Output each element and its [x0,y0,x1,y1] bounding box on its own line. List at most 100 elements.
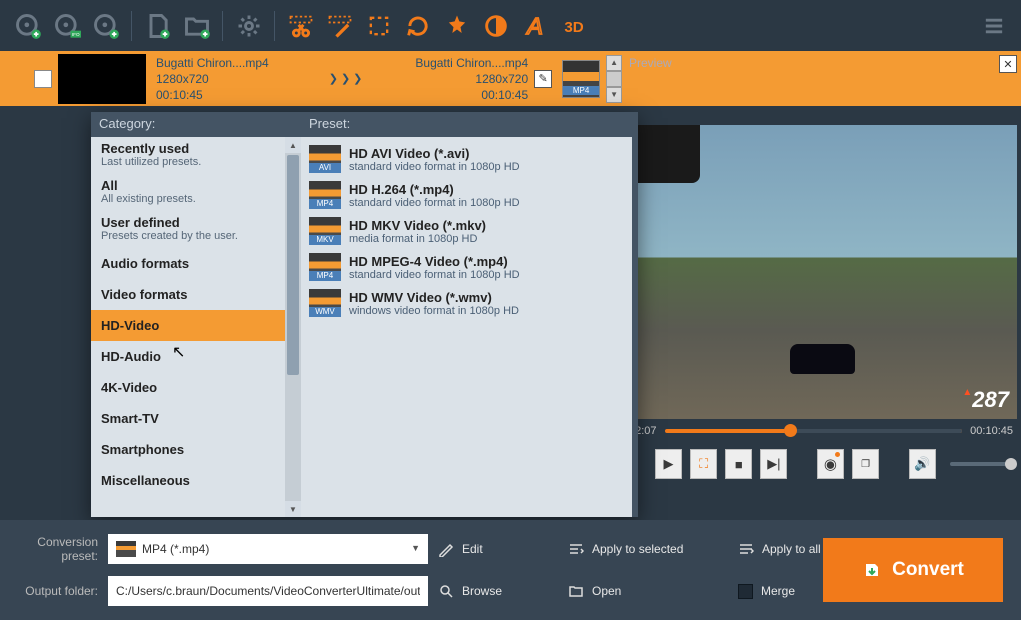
scrollbar-thumb[interactable] [287,155,299,375]
category-item[interactable]: AllAll existing presets. [91,174,301,211]
3d-icon[interactable]: 3D [556,8,591,43]
format-badge: MP4 [563,86,599,95]
volume-button[interactable]: 🔊 [909,449,936,479]
preset-item[interactable]: AVIHD AVI Video (*.avi)standard video fo… [305,141,628,177]
category-item[interactable]: Smartphones [91,434,301,465]
bottom-bar: Conversion preset: MP4 (*.mp4) Edit Appl… [0,520,1021,620]
preset-item[interactable]: MP4HD H.264 (*.mp4)standard video format… [305,177,628,213]
edit-button[interactable]: Edit [438,541,558,557]
category-item[interactable]: Video formats [91,279,301,310]
category-subtitle: Last utilized presets. [101,156,291,168]
edit-film-icon[interactable] [322,8,357,43]
preset-thumb-icon: MKV [309,217,341,245]
category-header: Category: [91,112,301,137]
crop-icon[interactable] [361,8,396,43]
file-checkbox[interactable]: ✔ [34,70,52,88]
contrast-icon[interactable] [478,8,513,43]
hamburger-menu-icon[interactable] [976,8,1011,43]
fullscreen-button[interactable]: ⛶ [690,449,717,479]
category-item[interactable]: HD-Video [91,310,301,341]
output-duration: 00:10:45 [415,87,528,103]
category-title: Audio formats [101,256,291,271]
preset-title: HD WMV Video (*.wmv) [349,290,519,305]
preset-title: HD MPEG-4 Video (*.mp4) [349,254,520,269]
transport-bar: 02:07 00:10:45 [625,425,1017,437]
preset-dropdown-panel: Category: Recently usedLast utilized pre… [91,112,638,517]
add-disc-icon[interactable] [10,8,45,43]
preset-label: Conversion preset: [18,535,98,563]
car-silhouette [790,344,855,374]
multi-snapshot-button[interactable]: ❐ [852,449,879,479]
source-file-info: Bugatti Chiron....mp4 1280x720 00:10:45 [156,55,269,103]
category-item[interactable]: Recently usedLast utilized presets. [91,137,301,174]
preset-header: Preset: [301,112,638,137]
play-button[interactable]: ▶ [655,449,682,479]
folder-label: Output folder: [18,584,98,598]
preset-dropdown[interactable]: MP4 (*.mp4) [108,534,428,564]
step-button[interactable]: ▶| [760,449,787,479]
category-title: HD-Video [101,318,291,333]
scroll-mid-icon[interactable] [606,71,622,87]
preset-subtitle: standard video format in 1080p HD [349,269,520,281]
time-total: 00:10:45 [970,425,1013,437]
settings-icon[interactable] [231,8,266,43]
add-folder-icon[interactable] [179,8,214,43]
category-title: HD-Audio [101,349,291,364]
preview-panel: Preview ▲287 02:07 00:10:45 ▶ ⛶ ■ ▶| ◉ ❐… [625,56,1017,479]
output-resolution: 1280x720 [415,71,528,87]
category-title: Miscellaneous [101,473,291,488]
divider [274,11,275,41]
output-file-info: Bugatti Chiron....mp4 1280x720 00:10:45 [415,55,528,103]
open-button[interactable]: Open [568,583,728,599]
output-filename: Bugatti Chiron....mp4 [415,55,528,71]
category-title: 4K-Video [101,380,291,395]
text-icon[interactable]: A [517,8,552,43]
category-subtitle: All existing presets. [101,193,291,205]
output-folder-input[interactable] [108,576,428,606]
category-item[interactable]: Smart-TV [91,403,301,434]
preset-item[interactable]: MKVHD MKV Video (*.mkv)media format in 1… [305,213,628,249]
category-title: Recently used [101,141,291,156]
add-file-icon[interactable] [140,8,175,43]
category-item[interactable]: 4K-Video [91,372,301,403]
preset-thumb-icon [116,541,136,557]
scroll-down-icon[interactable]: ▼ [606,87,622,103]
category-item[interactable]: HD-Audio [91,341,301,372]
preset-item[interactable]: MP4HD MPEG-4 Video (*.mp4)standard video… [305,249,628,285]
add-disc-ifo-icon[interactable]: IFO [49,8,84,43]
volume-slider[interactable] [950,462,1017,466]
scroll-up-icon[interactable]: ▲ [606,55,622,71]
effects-icon[interactable] [439,8,474,43]
pin-button[interactable]: ✎ [534,70,552,88]
preview-title: Preview [625,56,1017,70]
browse-button[interactable]: Browse [438,583,558,599]
cut-icon[interactable] [283,8,318,43]
add-disc-alt-icon[interactable] [88,8,123,43]
svg-text:IFO: IFO [71,31,79,36]
source-resolution: 1280x720 [156,71,269,87]
file-thumbnail[interactable] [58,54,146,104]
divider [222,11,223,41]
svg-text:A: A [525,13,543,39]
checkbox-icon[interactable] [738,584,753,599]
preview-video[interactable]: ▲287 [625,125,1017,419]
scroll-down-icon[interactable]: ▼ [285,501,301,517]
convert-button[interactable]: Convert [823,538,1003,602]
snapshot-button[interactable]: ◉ [817,449,844,479]
stop-button[interactable]: ■ [725,449,752,479]
scroll-up-icon[interactable]: ▲ [285,137,301,153]
category-item[interactable]: User definedPresets created by the user. [91,211,301,248]
category-item[interactable]: Miscellaneous [91,465,301,496]
seek-slider[interactable] [665,429,963,433]
preset-item[interactable]: WMVHD WMV Video (*.wmv)windows video for… [305,285,628,321]
rotate-icon[interactable] [400,8,435,43]
category-item[interactable]: Audio formats [91,248,301,279]
category-title: Smartphones [101,442,291,457]
category-title: User defined [101,215,291,230]
preset-title: HD H.264 (*.mp4) [349,182,520,197]
preset-title: HD MKV Video (*.mkv) [349,218,486,233]
preset-subtitle: standard video format in 1080p HD [349,197,520,209]
format-thumbnail[interactable]: MP4 [562,60,600,98]
category-scrollbar[interactable]: ▲ ▼ [285,137,301,517]
apply-to-selected-button[interactable]: Apply to selected [568,541,728,557]
